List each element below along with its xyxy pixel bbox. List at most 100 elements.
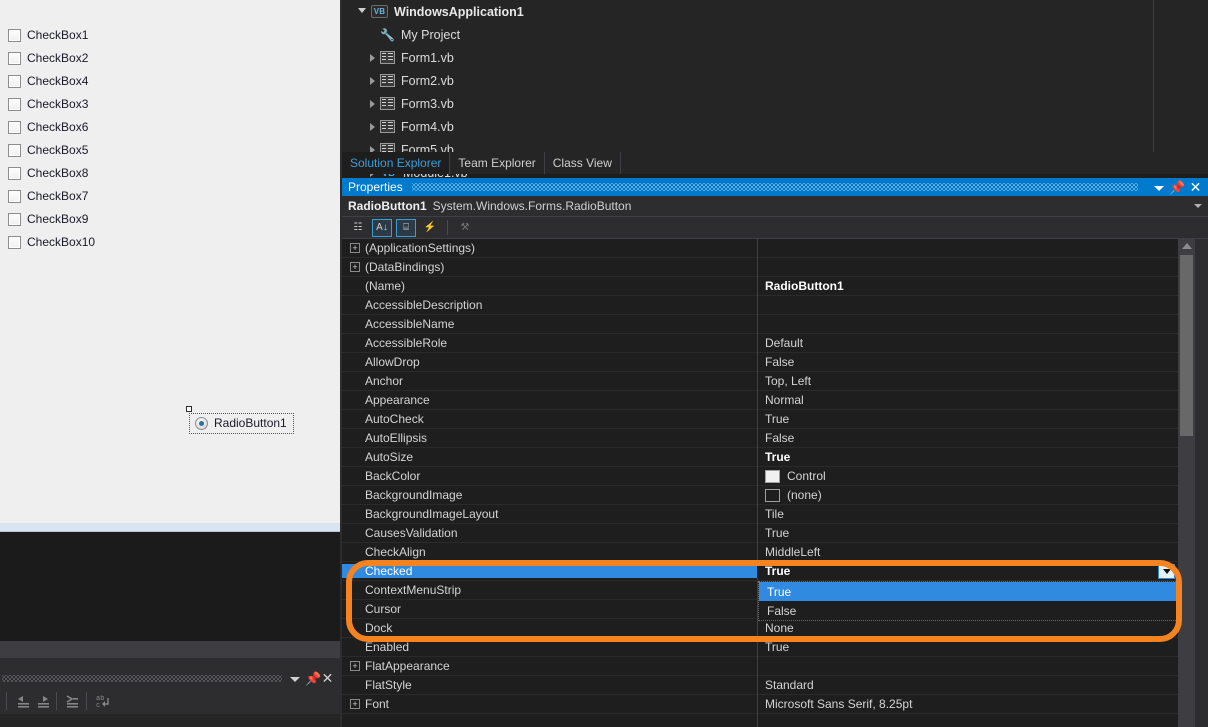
- word-wrap-icon[interactable]: ab c: [94, 692, 112, 710]
- dropdown-option[interactable]: True: [759, 582, 1177, 601]
- property-row[interactable]: Dock None: [342, 619, 1178, 638]
- tree-item[interactable]: 🔧 My Project: [342, 23, 460, 46]
- radiobutton1-control[interactable]: RadioButton1: [189, 413, 294, 434]
- tree-item[interactable]: VB WindowsApplication1: [342, 0, 524, 23]
- expander-closed-icon[interactable]: [370, 99, 375, 108]
- properties-vertical-scrollbar[interactable]: [1178, 239, 1195, 727]
- property-row[interactable]: Anchor Top, Left: [342, 372, 1178, 391]
- property-value[interactable]: Top, Left: [757, 374, 1178, 388]
- chevron-down-icon[interactable]: [1194, 204, 1202, 208]
- property-value[interactable]: False: [757, 355, 1178, 369]
- expander-plus-icon[interactable]: +: [350, 262, 360, 272]
- property-value[interactable]: Standard: [757, 678, 1178, 692]
- expander-plus-icon[interactable]: +: [350, 661, 360, 671]
- horizontal-scrollbar[interactable]: [0, 641, 340, 658]
- property-value[interactable]: True: [757, 564, 1178, 578]
- property-row[interactable]: AutoCheck True: [342, 410, 1178, 429]
- vertical-scrollbar-thumb[interactable]: [1180, 255, 1193, 436]
- grid-column-splitter[interactable]: [757, 239, 758, 727]
- property-value[interactable]: Default: [757, 336, 1178, 350]
- caption-gripper[interactable]: [2, 675, 282, 682]
- property-value[interactable]: True: [757, 526, 1178, 540]
- property-row[interactable]: Enabled True: [342, 638, 1178, 657]
- expander-closed-icon[interactable]: [370, 76, 375, 85]
- solution-tree[interactable]: VB WindowsApplication1 🔧 My Project Form1.vb…: [342, 0, 1154, 180]
- property-value[interactable]: True: [757, 412, 1178, 426]
- property-value[interactable]: True: [757, 450, 1178, 464]
- form-designer-surface[interactable]: RadioButton1 CheckBox1 CheckBox2 CheckBox4…: [0, 0, 340, 523]
- tab-solution-explorer[interactable]: Solution Explorer: [342, 152, 451, 174]
- property-row[interactable]: AutoSize True: [342, 448, 1178, 467]
- tree-item[interactable]: Form4.vb: [342, 115, 454, 138]
- dropdown-toggle-button[interactable]: [1158, 564, 1175, 579]
- property-row[interactable]: + (ApplicationSettings): [342, 239, 1178, 258]
- property-row[interactable]: CheckAlign MiddleLeft: [342, 543, 1178, 562]
- dropdown-options-list[interactable]: True False: [758, 581, 1178, 621]
- checkbox-4[interactable]: CheckBox3: [8, 98, 88, 111]
- pin-icon[interactable]: 📌: [1169, 180, 1185, 195]
- checkbox-unchecked-icon[interactable]: [8, 144, 21, 157]
- tree-item[interactable]: Form1.vb: [342, 46, 454, 69]
- property-value[interactable]: RadioButton1: [757, 279, 1178, 293]
- expander-open-icon[interactable]: [358, 8, 366, 17]
- property-value[interactable]: Control: [757, 469, 1178, 483]
- categorized-button[interactable]: ☷: [348, 219, 368, 237]
- property-value[interactable]: False: [757, 431, 1178, 445]
- checkbox-5[interactable]: CheckBox6: [8, 121, 88, 134]
- checkbox-7[interactable]: CheckBox8: [8, 167, 88, 180]
- property-value[interactable]: None: [757, 621, 1178, 635]
- tree-item[interactable]: Form2.vb: [342, 69, 454, 92]
- property-row[interactable]: BackgroundImageLayout Tile: [342, 505, 1178, 524]
- property-value[interactable]: True: [757, 640, 1178, 654]
- property-row[interactable]: AllowDrop False: [342, 353, 1178, 372]
- selection-handle[interactable]: [186, 406, 192, 412]
- property-row[interactable]: + (DataBindings): [342, 258, 1178, 277]
- checkbox-unchecked-icon[interactable]: [8, 213, 21, 226]
- property-row[interactable]: BackColor Control: [342, 467, 1178, 486]
- checkbox-10[interactable]: CheckBox10: [8, 236, 95, 249]
- property-row[interactable]: Appearance Normal: [342, 391, 1178, 410]
- tab-class-view[interactable]: Class View: [545, 152, 621, 174]
- property-row[interactable]: FlatStyle Standard: [342, 676, 1178, 695]
- property-value[interactable]: (none): [757, 488, 1178, 502]
- pin-icon[interactable]: 📌: [305, 671, 321, 686]
- property-row[interactable]: BackgroundImage (none): [342, 486, 1178, 505]
- checkbox-8[interactable]: CheckBox7: [8, 190, 88, 203]
- chevron-down-icon[interactable]: [287, 671, 302, 686]
- dropdown-option[interactable]: False: [759, 601, 1177, 620]
- alphabetical-button[interactable]: A↓: [372, 218, 392, 237]
- events-button[interactable]: ⚡: [420, 219, 440, 237]
- checkbox-unchecked-icon[interactable]: [8, 236, 21, 249]
- property-row[interactable]: AutoEllipsis False: [342, 429, 1178, 448]
- indent-decrease-icon[interactable]: [14, 692, 32, 710]
- expander-closed-icon[interactable]: [370, 53, 375, 62]
- property-row[interactable]: AccessibleName: [342, 315, 1178, 334]
- property-pages-button[interactable]: ⚒: [455, 219, 475, 237]
- property-row[interactable]: + FlatAppearance: [342, 657, 1178, 676]
- checkbox-9[interactable]: CheckBox9: [8, 213, 88, 226]
- comment-out-icon[interactable]: [63, 692, 81, 710]
- checkbox-unchecked-icon[interactable]: [8, 190, 21, 203]
- property-value[interactable]: Normal: [757, 393, 1178, 407]
- titlebar-gripper[interactable]: [412, 183, 1138, 191]
- properties-object-selector[interactable]: RadioButton1 System.Windows.Forms.RadioB…: [342, 196, 1208, 217]
- checkbox-unchecked-icon[interactable]: [8, 121, 21, 134]
- tree-item[interactable]: Form3.vb: [342, 92, 454, 115]
- property-row[interactable]: + Font Microsoft Sans Serif, 8.25pt: [342, 695, 1178, 714]
- checkbox-1[interactable]: CheckBox1: [8, 29, 88, 42]
- radiobutton-control-wrapper[interactable]: RadioButton1: [186, 406, 294, 434]
- expander-plus-icon[interactable]: +: [350, 699, 360, 709]
- property-value[interactable]: MiddleLeft: [757, 545, 1178, 559]
- checkbox-unchecked-icon[interactable]: [8, 98, 21, 111]
- checkbox-3[interactable]: CheckBox4: [8, 75, 88, 88]
- tab-team-explorer[interactable]: Team Explorer: [450, 152, 545, 174]
- checkbox-unchecked-icon[interactable]: [8, 75, 21, 88]
- property-row[interactable]: CausesValidation True: [342, 524, 1178, 543]
- chevron-down-icon[interactable]: [1151, 180, 1166, 195]
- property-row[interactable]: Checked True: [342, 562, 1178, 581]
- property-value[interactable]: Microsoft Sans Serif, 8.25pt: [757, 697, 1178, 711]
- properties-page-button[interactable]: ⌸: [396, 218, 416, 237]
- checkbox-unchecked-icon[interactable]: [8, 29, 21, 42]
- property-value[interactable]: Tile: [757, 507, 1178, 521]
- checkbox-unchecked-icon[interactable]: [8, 167, 21, 180]
